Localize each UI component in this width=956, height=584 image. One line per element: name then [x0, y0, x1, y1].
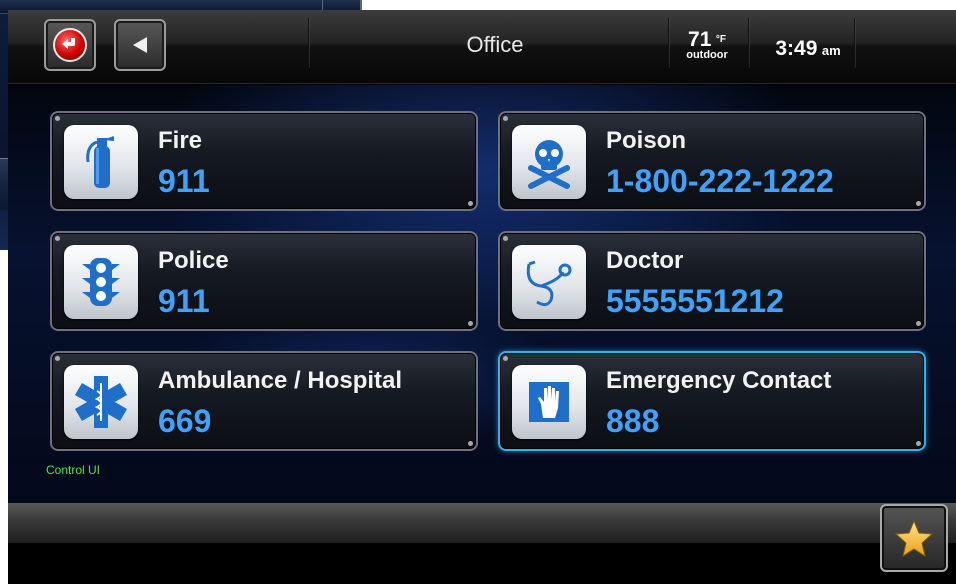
hand-icon [512, 365, 586, 439]
contact-label: Police [158, 247, 229, 274]
topbar-divider [308, 18, 310, 68]
clock: 3:49 am [760, 37, 856, 61]
fire-extinguisher-icon [64, 125, 138, 199]
temperature-unit: °F [715, 34, 726, 45]
contact-label: Ambulance / Hospital [158, 367, 403, 394]
contacts-area: Fire 911 Poison 1-800-222-1222 Police 91… [8, 85, 956, 503]
contact-card-poison[interactable]: Poison 1-800-222-1222 [498, 111, 926, 211]
temperature-label: outdoor [686, 49, 728, 61]
contact-number: 1-800-222-1222 [606, 163, 834, 199]
contact-number: 911 [158, 163, 210, 199]
topbar-divider [854, 18, 856, 68]
contact-number: 888 [606, 403, 660, 439]
bottom-bar [8, 503, 956, 543]
return-icon [53, 28, 87, 62]
contact-label: Fire [158, 127, 203, 154]
outdoor-temperature: 71 °F outdoor [676, 28, 738, 61]
contact-label: Poison [606, 127, 687, 154]
emergency-panel: Office 71 °F outdoor 3:49 am Fire 911 Po… [8, 10, 956, 584]
card-corner-dot [503, 356, 508, 361]
topbar-divider [668, 18, 670, 68]
control-ui-label: Control UI [46, 463, 101, 477]
back-button[interactable] [114, 19, 166, 71]
star-icon [894, 519, 934, 558]
card-corner-dot [468, 321, 473, 326]
card-corner-dot [503, 236, 508, 241]
contact-label: Emergency Contact [606, 367, 832, 394]
temperature-value: 71 [688, 28, 712, 51]
skull-crossbones-icon [512, 125, 586, 199]
clock-time: 3:49 [775, 37, 818, 60]
contact-card-fire[interactable]: Fire 911 [50, 111, 478, 211]
contact-card-police[interactable]: Police 911 [50, 231, 478, 331]
card-corner-dot [503, 116, 508, 121]
top-bar: Office 71 °F outdoor 3:49 am [8, 10, 956, 84]
contact-card-ambulance-hospital[interactable]: Ambulance / Hospital 669 [50, 351, 478, 451]
favorites-button[interactable] [880, 504, 948, 572]
card-corner-dot [916, 321, 921, 326]
traffic-light-icon [64, 245, 138, 319]
page-title: Office [466, 32, 524, 57]
contact-card-emergency-contact[interactable]: Emergency Contact 888 [498, 351, 926, 451]
card-corner-dot [916, 201, 921, 206]
card-corner-dot [55, 356, 60, 361]
contact-card-doctor[interactable]: Doctor 5555551212 [498, 231, 926, 331]
contact-number: 5555551212 [606, 283, 784, 319]
card-corner-dot [916, 441, 921, 446]
bottom-strip [8, 543, 956, 584]
card-corner-dot [55, 116, 60, 121]
contact-number: 911 [158, 283, 210, 319]
card-corner-dot [468, 441, 473, 446]
star-of-life-icon [64, 365, 138, 439]
home-back-button[interactable] [44, 19, 96, 71]
contact-label: Doctor [606, 247, 684, 274]
stethoscope-icon [512, 245, 586, 319]
card-corner-dot [55, 236, 60, 241]
clock-ampm: am [821, 43, 841, 58]
card-corner-dot [468, 201, 473, 206]
contact-number: 669 [158, 403, 212, 439]
triangle-left-icon [133, 37, 147, 53]
topbar-divider [748, 18, 750, 68]
